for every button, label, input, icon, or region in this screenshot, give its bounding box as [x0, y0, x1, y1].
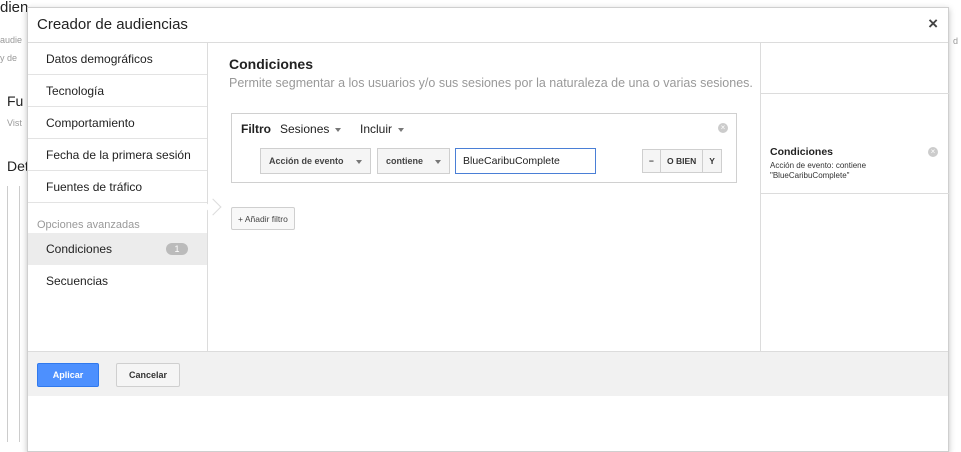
- background-text: audie: [0, 35, 23, 45]
- audience-builder-dialog: Creador de audiencias × Datos demográfic…: [27, 7, 949, 452]
- summary-divider: [761, 193, 949, 194]
- condition-button-group: − O BIEN Y: [642, 149, 722, 173]
- operator-value: contiene: [386, 156, 424, 166]
- advanced-options-heading: Opciones avanzadas: [37, 219, 140, 231]
- background-divider: [7, 186, 8, 442]
- close-icon[interactable]: ×: [928, 14, 938, 34]
- summary-description: Acción de evento: contiene "BlueCaribuCo…: [770, 161, 867, 180]
- scope-value: Sesiones: [280, 122, 330, 136]
- page-title: Condiciones: [229, 56, 314, 72]
- category-nav: Datos demográficos Tecnología Comportami…: [28, 43, 208, 351]
- nav-item-behavior[interactable]: Comportamiento: [28, 107, 207, 139]
- filter-card: Filtro Sesiones Incluir × Acción de even…: [231, 113, 737, 183]
- summary-title: Condiciones: [770, 146, 834, 158]
- include-dropdown[interactable]: Incluir: [360, 122, 405, 136]
- filter-label: Filtro: [241, 122, 271, 136]
- dimension-value: Acción de evento: [269, 156, 344, 166]
- nav-item-sequences[interactable]: Secuencias: [28, 265, 207, 297]
- nav-item-technology[interactable]: Tecnología: [28, 75, 207, 107]
- chevron-down-icon: [398, 127, 405, 132]
- chevron-down-icon: [356, 160, 362, 164]
- add-filter-button[interactable]: + Añadir filtro: [231, 207, 295, 230]
- summary-divider: [761, 93, 949, 94]
- nav-item-label: Condiciones: [46, 242, 113, 256]
- dialog-header: Creador de audiencias ×: [28, 8, 948, 43]
- include-value: Incluir: [360, 122, 393, 136]
- remove-condition-button[interactable]: −: [643, 150, 661, 172]
- chevron-down-icon: [335, 127, 342, 132]
- condition-count-badge: 1: [166, 243, 188, 255]
- chevron-down-icon: [435, 160, 441, 164]
- operator-select[interactable]: contiene: [377, 148, 450, 174]
- background-text: dien: [0, 0, 29, 16]
- background-text: Det: [7, 158, 29, 174]
- summary-panel: Condiciones Acción de evento: contiene "…: [760, 43, 949, 351]
- remove-summary-icon[interactable]: ×: [928, 147, 938, 157]
- conditions-panel: Condiciones Permite segmentar a los usua…: [209, 43, 760, 351]
- nav-item-demographics[interactable]: Datos demográficos: [28, 43, 207, 75]
- background-text: y de: [0, 53, 18, 63]
- condition-value-input[interactable]: [455, 148, 596, 174]
- nav-item-traffic-sources[interactable]: Fuentes de tráfico: [28, 171, 207, 203]
- dimension-select[interactable]: Acción de evento: [260, 148, 371, 174]
- cancel-button[interactable]: Cancelar: [116, 363, 180, 387]
- background-text: d: [953, 36, 959, 46]
- or-condition-button[interactable]: O BIEN: [661, 150, 704, 172]
- and-condition-button[interactable]: Y: [703, 150, 721, 172]
- scope-dropdown[interactable]: Sesiones: [280, 122, 342, 136]
- nav-item-first-session-date[interactable]: Fecha de la primera sesión: [28, 139, 207, 171]
- background-text: Fu: [7, 93, 24, 109]
- apply-button[interactable]: Aplicar: [37, 363, 99, 387]
- remove-filter-icon[interactable]: ×: [718, 123, 728, 133]
- page-subtitle: Permite segmentar a los usuarios y/o sus…: [229, 76, 753, 90]
- background-divider: [19, 186, 20, 442]
- nav-item-conditions[interactable]: Condiciones 1: [28, 233, 207, 265]
- dialog-title: Creador de audiencias: [37, 16, 188, 33]
- background-text: Vist: [7, 118, 22, 128]
- dialog-footer: Aplicar Cancelar: [28, 351, 948, 396]
